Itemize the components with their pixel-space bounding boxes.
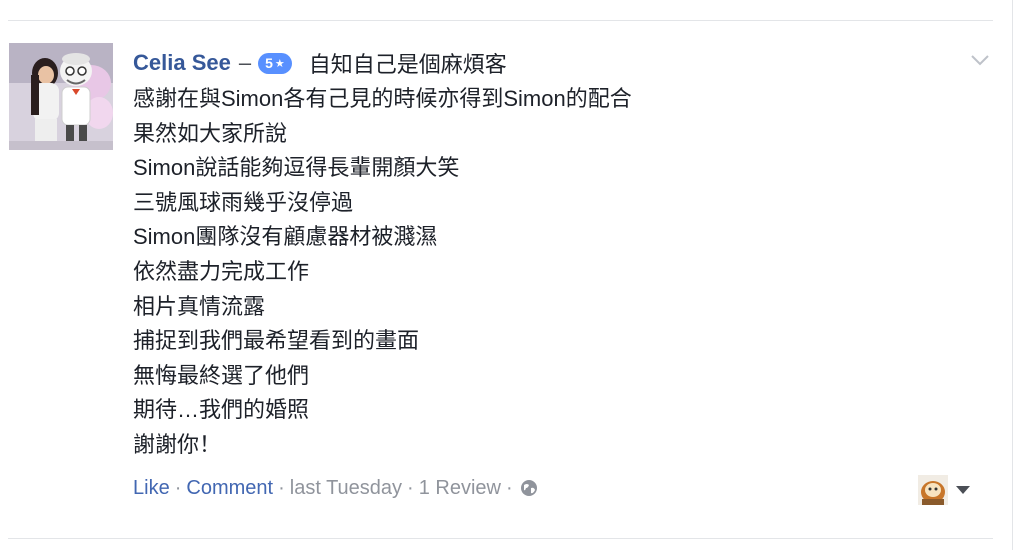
- review-line: 相片真情流露: [133, 293, 266, 319]
- avatar-photo: [9, 43, 113, 150]
- comment-link[interactable]: Comment: [186, 477, 273, 500]
- globe-icon[interactable]: [520, 479, 538, 497]
- review-line: 無悔最終選了他們: [133, 362, 310, 388]
- review-header: Celia See – 5 ★ 自知自己是個麻煩客: [133, 45, 507, 81]
- star-icon: ★: [274, 57, 285, 70]
- review-line: Simon說話能夠逗得長輩開顏大笑: [133, 155, 460, 181]
- review-headline: 自知自己是個麻煩客: [308, 52, 507, 77]
- caret-down-icon[interactable]: [956, 486, 970, 494]
- review-line: 感謝在與Simon各有己見的時候亦得到Simon的配合: [133, 86, 632, 111]
- review-line: 捕捉到我們最希望看到的畫面: [133, 328, 420, 354]
- like-link[interactable]: Like: [133, 477, 170, 500]
- top-divider: [8, 20, 993, 21]
- review-body: 感謝在與Simon各有己見的時候亦得到Simon的配合 果然如大家所說 Simo…: [133, 82, 632, 463]
- rating-value: 5: [265, 55, 273, 71]
- review-line: 果然如大家所說: [133, 120, 288, 146]
- review-post: Celia See – 5 ★ 自知自己是個麻煩客 感謝在與Simon各有己見的…: [0, 0, 1024, 550]
- footer-separator: ·: [278, 476, 285, 499]
- bottom-divider: [8, 538, 993, 539]
- footer-separator: ·: [174, 476, 182, 499]
- review-line: Simon團隊沒有顧慮器材被濺濕: [133, 224, 438, 250]
- scrollbar-track[interactable]: [1012, 0, 1013, 550]
- page-avatar: [918, 475, 948, 505]
- share-as-selector[interactable]: [918, 474, 978, 506]
- review-line: 謝謝你！: [133, 431, 222, 457]
- review-count-link[interactable]: 1 Review: [419, 477, 501, 500]
- author-name[interactable]: Celia See: [133, 50, 231, 76]
- review-line: 依然盡力完成工作: [133, 258, 310, 284]
- header-dash: –: [238, 50, 252, 75]
- post-options-chevron-icon[interactable]: [968, 50, 992, 70]
- timestamp-link[interactable]: last Tuesday: [290, 477, 402, 500]
- author-avatar[interactable]: [9, 43, 113, 150]
- rating-badge: 5 ★: [258, 52, 292, 74]
- review-footer: Like · Comment · last Tuesday · 1 Review…: [133, 474, 538, 502]
- review-line: 期待…我們的婚照: [133, 397, 310, 423]
- footer-separator: ·: [407, 476, 414, 499]
- review-line: 三號風球雨幾乎沒停過: [133, 189, 354, 215]
- footer-separator: ·: [505, 476, 513, 499]
